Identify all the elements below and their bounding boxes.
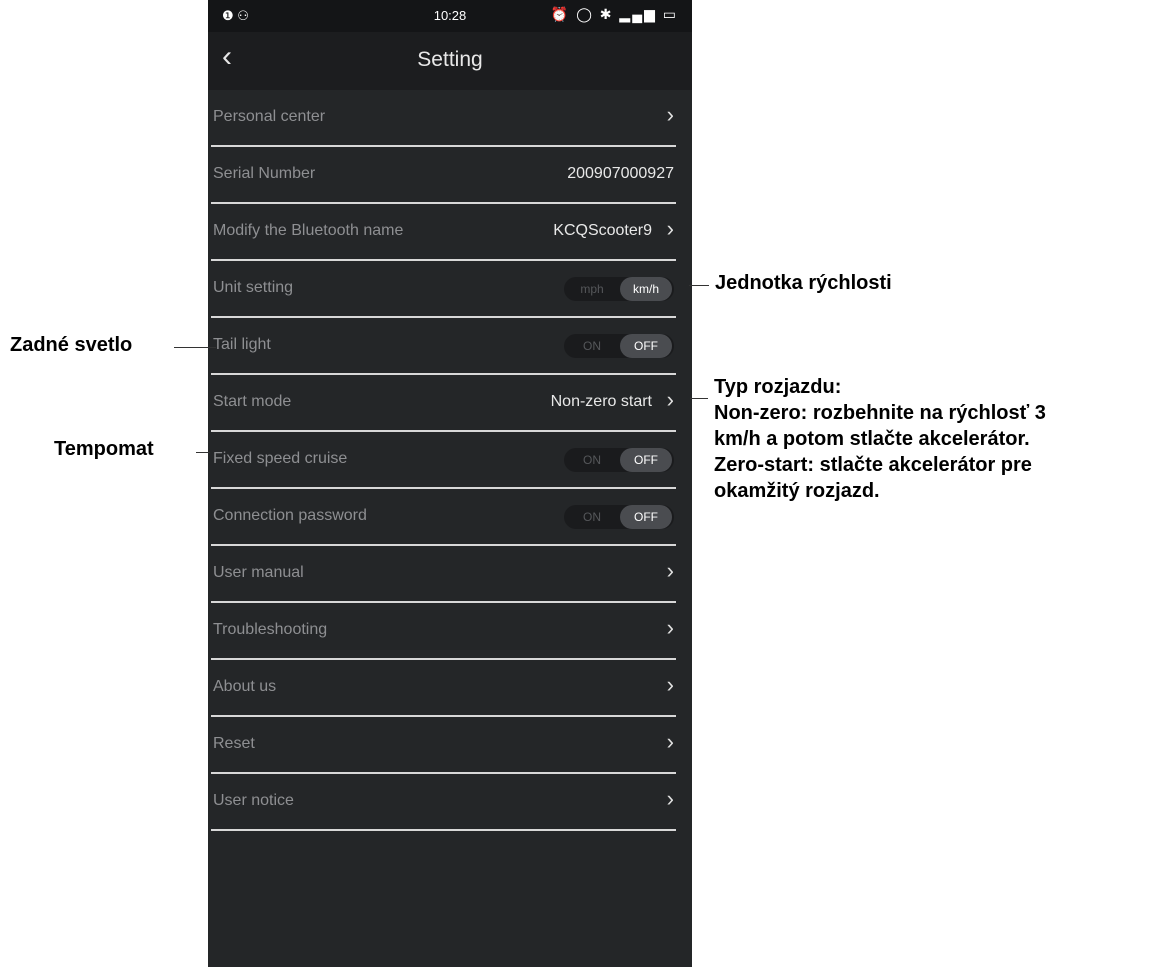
setting-label: Personal center: [213, 108, 326, 125]
chevron-right-icon[interactable]: ›: [667, 672, 674, 698]
annotation-unit: Jednotka rýchlosti: [715, 272, 892, 294]
nav-bar: ‹ Setting: [208, 32, 692, 90]
chevron-right-icon[interactable]: ›: [667, 216, 674, 242]
toggle-switch[interactable]: ON OFF: [564, 505, 674, 529]
toggle-option-mph[interactable]: mph: [566, 277, 618, 301]
setting-row-modify-the-bluetooth-name[interactable]: Modify the Bluetooth name KCQScooter9 ›: [211, 204, 676, 261]
toggle-option-off[interactable]: OFF: [620, 334, 672, 358]
settings-list: Personal center › Serial Number 20090700092…: [208, 90, 692, 831]
setting-value: KCQScooter9: [553, 222, 652, 239]
setting-row-serial-number: Serial Number 200907000927: [211, 147, 676, 204]
setting-value: 200907000927: [567, 165, 674, 182]
toggle-switch[interactable]: ON OFF: [564, 334, 674, 358]
setting-label: Tail light: [213, 336, 271, 353]
setting-label: User manual: [213, 564, 304, 581]
annotation-start-line-5: okamžitý rozjazd.: [714, 480, 880, 502]
status-bar: ❶ ⚇ 10:28 ⏰ ◯ ✱ ▂▄▆ ▭: [208, 0, 692, 32]
toggle-option-km-h[interactable]: km/h: [620, 277, 672, 301]
toggle-option-on[interactable]: ON: [566, 505, 618, 529]
annotation-cruise: Tempomat: [54, 438, 154, 460]
setting-label: About us: [213, 678, 277, 695]
toggle-option-off[interactable]: OFF: [620, 448, 672, 472]
setting-row-reset[interactable]: Reset ›: [211, 717, 676, 774]
setting-row-troubleshooting[interactable]: Troubleshooting ›: [211, 603, 676, 660]
chevron-right-icon[interactable]: ›: [667, 615, 674, 641]
setting-row-about-us[interactable]: About us ›: [211, 660, 676, 717]
page-title: Setting: [417, 48, 483, 71]
toggle-switch[interactable]: mph km/h: [564, 277, 674, 301]
setting-label: Unit setting: [213, 279, 294, 296]
toggle-option-off[interactable]: OFF: [620, 505, 672, 529]
setting-label: Serial Number: [213, 165, 316, 182]
chevron-right-icon[interactable]: ›: [667, 387, 674, 413]
annotation-start-line-2: Non-zero: rozbehnite na rýchlosť 3: [714, 402, 1046, 424]
setting-label: Modify the Bluetooth name: [213, 222, 404, 239]
phone-screen: ❶ ⚇ 10:28 ⏰ ◯ ✱ ▂▄▆ ▭ ‹ Setting Personal…: [208, 0, 692, 967]
annotation-start-line-3: km/h a potom stlačte akcelerátor.: [714, 428, 1030, 450]
setting-value: Non-zero start: [550, 393, 652, 410]
setting-label: Fixed speed cruise: [213, 450, 348, 467]
setting-label: Connection password: [213, 507, 367, 524]
annotation-start-mode-line: [690, 398, 708, 399]
setting-row-connection-password[interactable]: Connection password ON OFF: [211, 489, 676, 546]
setting-row-start-mode[interactable]: Start mode Non-zero start ›: [211, 375, 676, 432]
toggle-option-on[interactable]: ON: [566, 334, 618, 358]
annotation-start-line-1: Typ rozjazdu:: [714, 376, 842, 398]
setting-row-tail-light[interactable]: Tail light ON OFF: [211, 318, 676, 375]
annotation-cruise-line: [196, 452, 210, 453]
chevron-right-icon[interactable]: ›: [667, 729, 674, 755]
chevron-right-icon[interactable]: ›: [667, 558, 674, 584]
setting-row-user-notice[interactable]: User notice ›: [211, 774, 676, 831]
toggle-option-on[interactable]: ON: [566, 448, 618, 472]
setting-row-user-manual[interactable]: User manual ›: [211, 546, 676, 603]
annotation-tail-light: Zadné svetlo: [10, 334, 133, 356]
setting-row-personal-center[interactable]: Personal center ›: [211, 90, 676, 147]
setting-row-fixed-speed-cruise[interactable]: Fixed speed cruise ON OFF: [211, 432, 676, 489]
setting-label: Start mode: [213, 393, 292, 410]
chevron-right-icon[interactable]: ›: [667, 786, 674, 812]
setting-label: User notice: [213, 792, 294, 809]
chevron-right-icon[interactable]: ›: [667, 102, 674, 128]
toggle-switch[interactable]: ON OFF: [564, 448, 674, 472]
setting-row-unit-setting[interactable]: Unit setting mph km/h: [211, 261, 676, 318]
annotation-start-mode: Typ rozjazdu: Non-zero: rozbehnite na rý…: [714, 374, 1170, 504]
annotation-unit-line: [689, 285, 709, 286]
status-right-icons: ⏰ ◯ ✱ ▂▄▆ ▭: [550, 6, 678, 22]
setting-label: Troubleshooting: [213, 621, 328, 638]
setting-label: Reset: [213, 735, 255, 752]
annotation-tail-light-line: [174, 347, 216, 348]
annotation-start-line-4: Zero-start: stlačte akcelerátor pre: [714, 454, 1032, 476]
